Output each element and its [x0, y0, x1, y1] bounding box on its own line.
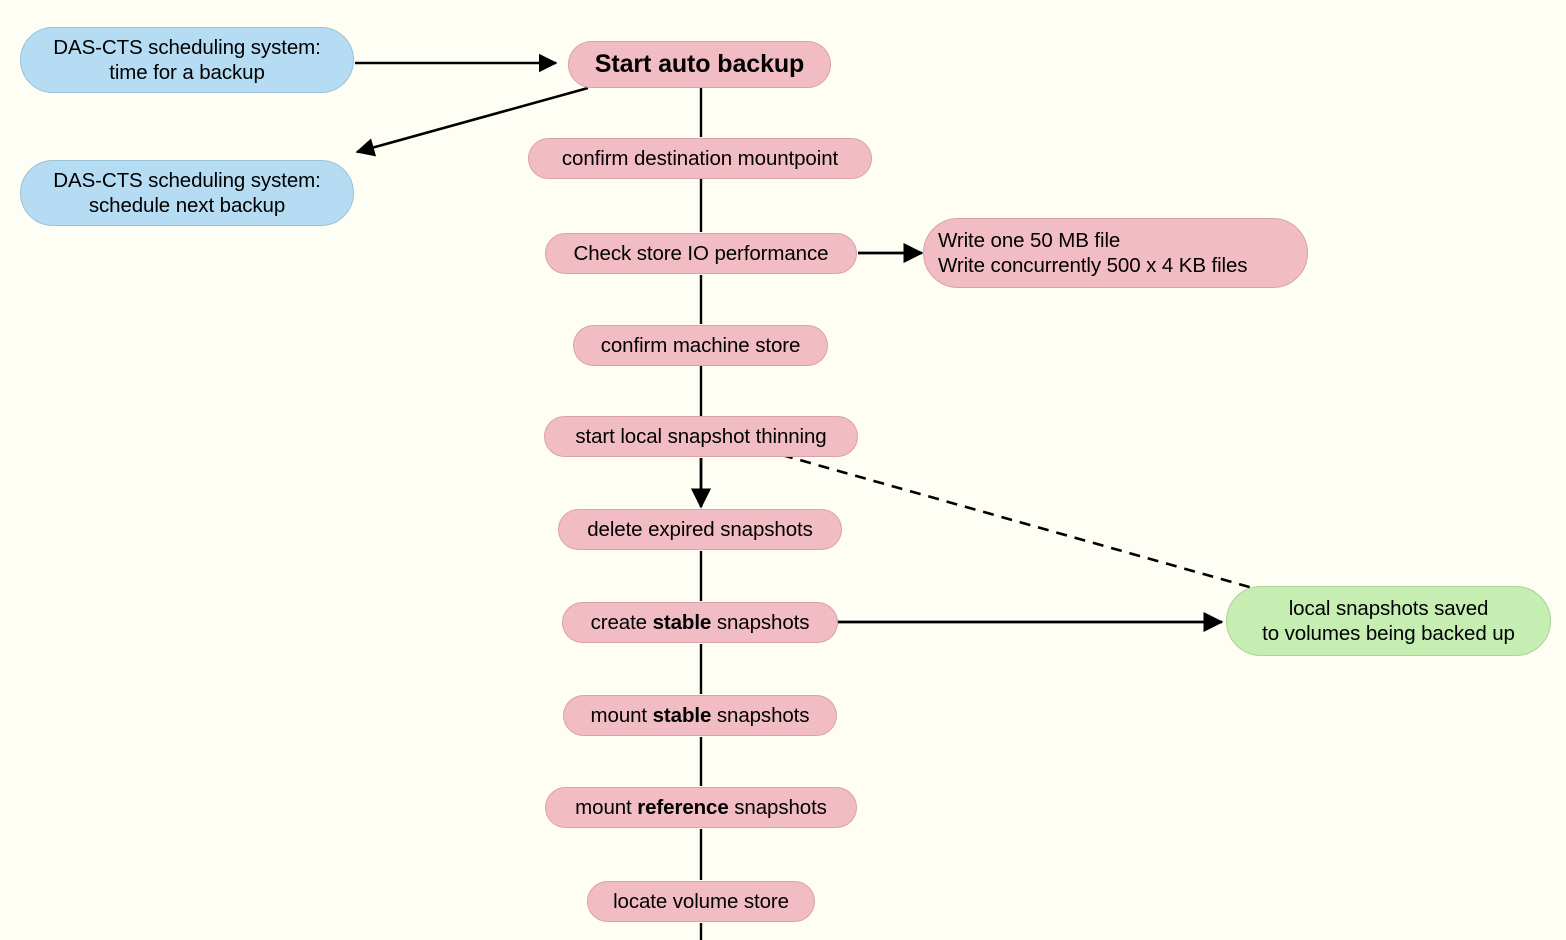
node-label: confirm destination mountpoint [561, 147, 839, 170]
node-label-emphasis: stable [652, 704, 712, 727]
node-label: start local snapshot thinning [575, 425, 827, 448]
node-start-auto-backup[interactable]: Start auto backup [568, 41, 831, 88]
node-label: Check store IO performance [573, 242, 829, 265]
node-label: DAS-CTS scheduling system: time for a ba… [53, 36, 321, 84]
node-locate-volume-store[interactable]: locate volume store [587, 881, 815, 922]
node-io-write-detail[interactable]: Write one 50 MB file Write concurrently … [923, 218, 1308, 288]
node-label: local snapshots saved to volumes being b… [1262, 597, 1515, 645]
node-check-store-io-performance[interactable]: Check store IO performance [545, 233, 857, 274]
node-label: mount stable snapshots [590, 704, 810, 727]
node-label: create stable snapshots [590, 611, 810, 634]
node-create-stable-snapshots[interactable]: create stable snapshots [562, 602, 838, 643]
node-label: Write one 50 MB file Write concurrently … [938, 229, 1248, 277]
node-label: confirm machine store [600, 334, 801, 357]
node-mount-reference-snapshots[interactable]: mount reference snapshots [545, 787, 857, 828]
flowchart-canvas: DAS-CTS scheduling system: time for a ba… [0, 0, 1566, 940]
node-start-local-snapshot-thinning[interactable]: start local snapshot thinning [544, 416, 858, 457]
node-label: Start auto backup [594, 50, 805, 79]
node-label: DAS-CTS scheduling system: schedule next… [53, 169, 321, 217]
node-das-cts-time-for-backup[interactable]: DAS-CTS scheduling system: time for a ba… [20, 27, 354, 93]
node-delete-expired-snapshots[interactable]: delete expired snapshots [558, 509, 842, 550]
node-label: mount reference snapshots [575, 796, 827, 819]
node-label-emphasis: stable [652, 611, 712, 634]
node-label: locate volume store [613, 890, 789, 913]
node-confirm-destination-mountpoint[interactable]: confirm destination mountpoint [528, 138, 872, 179]
node-label-emphasis: reference [637, 796, 729, 819]
node-label: delete expired snapshots [587, 518, 813, 541]
node-das-cts-schedule-next-backup[interactable]: DAS-CTS scheduling system: schedule next… [20, 160, 354, 226]
edge-thinning-to-local-saved-dashed [781, 453, 1254, 590]
node-confirm-machine-store[interactable]: confirm machine store [573, 325, 828, 366]
node-mount-stable-snapshots[interactable]: mount stable snapshots [563, 695, 837, 736]
node-local-snapshots-saved[interactable]: local snapshots saved to volumes being b… [1226, 586, 1551, 656]
